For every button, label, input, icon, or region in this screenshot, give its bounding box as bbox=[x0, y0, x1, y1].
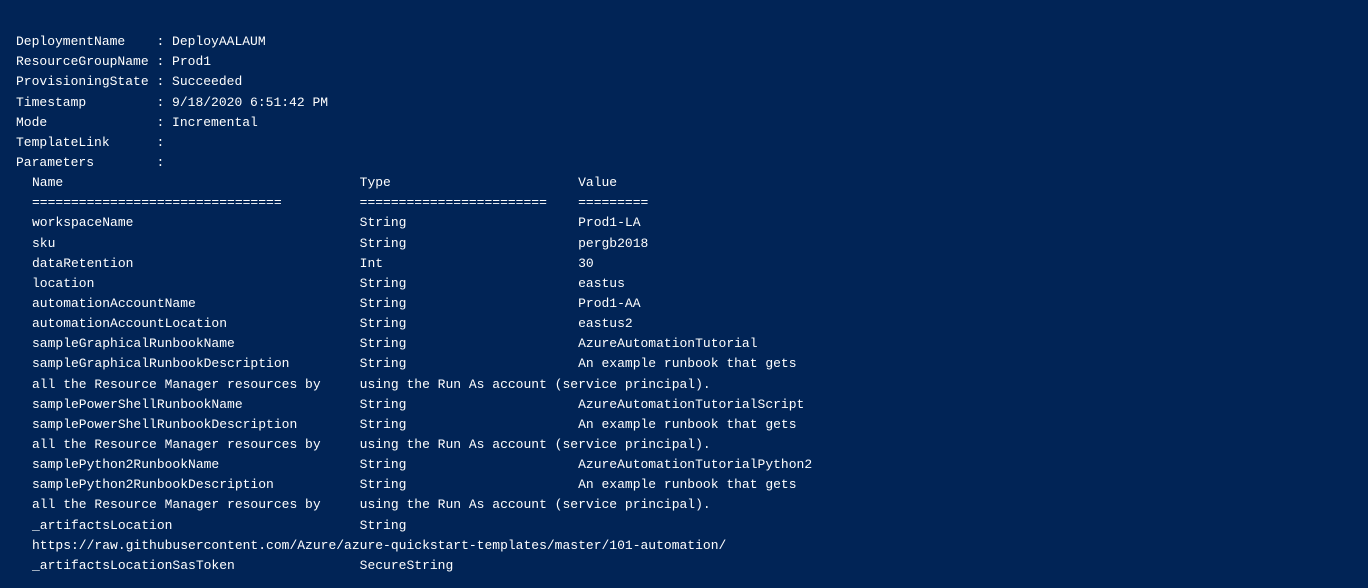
field-value: : 9/18/2020 6:51:42 PM bbox=[156, 95, 328, 110]
field-label: DeploymentName bbox=[16, 34, 156, 49]
table-row: location String eastus bbox=[32, 274, 1352, 294]
field-row: DeploymentName : DeployAALAUM bbox=[16, 32, 1352, 52]
table-row: sampleGraphicalRunbookDescription String… bbox=[32, 354, 1352, 374]
table-row: samplePython2RunbookDescription String A… bbox=[32, 475, 1352, 495]
table-row: workspaceName String Prod1-LA bbox=[32, 213, 1352, 233]
field-row: Parameters : bbox=[16, 153, 1352, 173]
table-separator-row: ================================ =======… bbox=[32, 193, 1352, 213]
table-row: automationAccountName String Prod1-AA bbox=[32, 294, 1352, 314]
table-row: dataRetention Int 30 bbox=[32, 254, 1352, 274]
field-row: ProvisioningState : Succeeded bbox=[16, 72, 1352, 92]
field-label: Mode bbox=[16, 115, 156, 130]
field-label: Parameters bbox=[16, 155, 156, 170]
field-value: : Incremental bbox=[156, 115, 257, 130]
table-row: sku String pergb2018 bbox=[32, 234, 1352, 254]
field-value: : Prod1 bbox=[156, 54, 211, 69]
field-value: : DeployAALAUM bbox=[156, 34, 265, 49]
table-row: samplePython2RunbookName String AzureAut… bbox=[32, 455, 1352, 475]
table-row: _artifactsLocationSasToken SecureString bbox=[32, 556, 1352, 576]
table-row: https://raw.githubusercontent.com/Azure/… bbox=[32, 536, 1352, 556]
field-row: ResourceGroupName : Prod1 bbox=[16, 52, 1352, 72]
field-row: TemplateLink : bbox=[16, 133, 1352, 153]
table-row: all the Resource Manager resources by us… bbox=[32, 495, 1352, 515]
field-value: : bbox=[156, 155, 164, 170]
table-row: all the Resource Manager resources by us… bbox=[32, 435, 1352, 455]
table-row: all the Resource Manager resources by us… bbox=[32, 375, 1352, 395]
table-row: samplePowerShellRunbookDescription Strin… bbox=[32, 415, 1352, 435]
field-label: ResourceGroupName bbox=[16, 54, 156, 69]
table-row: samplePowerShellRunbookName String Azure… bbox=[32, 395, 1352, 415]
terminal-output: DeploymentName : DeployAALAUMResourceGro… bbox=[16, 12, 1352, 576]
table-row: sampleGraphicalRunbookName String AzureA… bbox=[32, 334, 1352, 354]
parameters-table: Name Type Value=========================… bbox=[32, 173, 1352, 576]
field-value: : Succeeded bbox=[156, 74, 242, 89]
field-label: Timestamp bbox=[16, 95, 156, 110]
field-row: Timestamp : 9/18/2020 6:51:42 PM bbox=[16, 93, 1352, 113]
field-row: Mode : Incremental bbox=[16, 113, 1352, 133]
table-header-row: Name Type Value bbox=[32, 173, 1352, 193]
table-row: automationAccountLocation String eastus2 bbox=[32, 314, 1352, 334]
field-value: : bbox=[156, 135, 164, 150]
table-row: _artifactsLocation String bbox=[32, 516, 1352, 536]
field-label: TemplateLink bbox=[16, 135, 156, 150]
field-label: ProvisioningState bbox=[16, 74, 156, 89]
